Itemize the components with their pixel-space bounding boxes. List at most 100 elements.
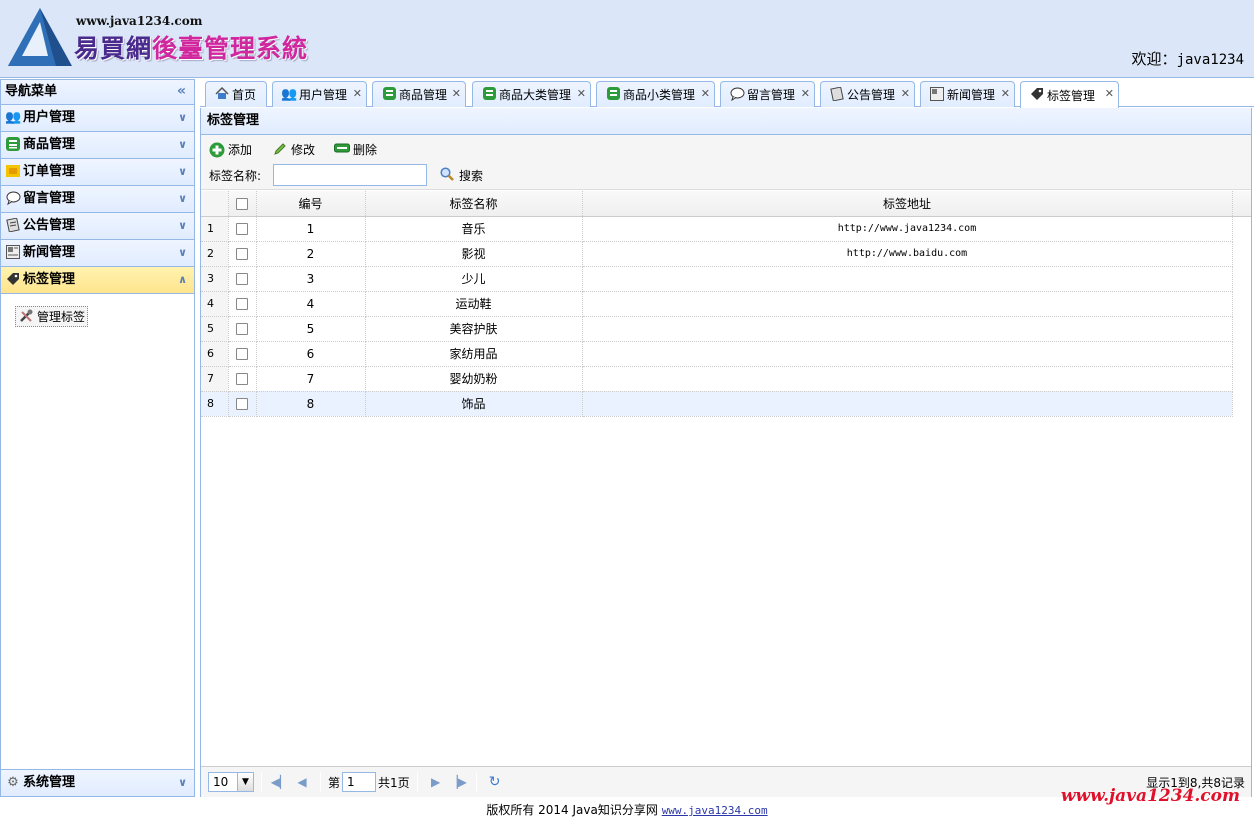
- close-icon[interactable]: ✕: [901, 87, 910, 100]
- close-icon[interactable]: ✕: [801, 87, 810, 100]
- sidebar-item-tags[interactable]: 标签管理 ∧: [1, 267, 194, 294]
- search-icon: [439, 167, 455, 183]
- row-checkbox[interactable]: [228, 291, 257, 317]
- select-all-checkbox[interactable]: [228, 191, 257, 217]
- row-number: 6: [201, 341, 229, 367]
- row-checkbox[interactable]: [228, 316, 257, 342]
- delete-button[interactable]: 删除: [334, 141, 377, 158]
- cell-id: 1: [256, 216, 366, 242]
- expand-icon[interactable]: ∨: [178, 105, 187, 131]
- tags-submenu: 管理标签: [1, 294, 194, 765]
- checkbox-icon: [236, 348, 248, 360]
- sidebar-item-orders[interactable]: 订单管理 ∨: [1, 159, 194, 186]
- close-icon[interactable]: ✕: [452, 87, 461, 100]
- add-button[interactable]: 添加: [209, 141, 252, 158]
- tag-name-input[interactable]: [273, 164, 428, 186]
- row-filler: [1232, 266, 1251, 291]
- footer-link[interactable]: www.java1234.com: [662, 804, 768, 817]
- toolbar: 添加 修改 删除 标签名称: 搜索: [201, 135, 1251, 190]
- home-icon: [214, 86, 230, 103]
- row-number: 7: [201, 366, 229, 392]
- tab-home[interactable]: 首页: [205, 81, 267, 107]
- row-checkbox[interactable]: [228, 366, 257, 392]
- tab-notices[interactable]: 公告管理 ✕: [820, 81, 915, 107]
- row-checkbox[interactable]: [228, 341, 257, 367]
- rownum-header: [201, 191, 229, 217]
- row-checkbox[interactable]: [228, 266, 257, 292]
- close-icon[interactable]: ✕: [1105, 87, 1114, 100]
- refresh-icon[interactable]: ↻: [484, 774, 506, 790]
- expand-icon[interactable]: ∨: [178, 240, 187, 266]
- expand-icon[interactable]: ∨: [178, 159, 187, 185]
- tab-news[interactable]: 新闻管理 ✕: [920, 81, 1015, 107]
- manage-tags-link[interactable]: 管理标签: [15, 306, 89, 327]
- checkbox-icon: [236, 398, 248, 410]
- collapse-icon[interactable]: «: [177, 80, 186, 103]
- sidebar-item-label: 标签管理: [23, 272, 76, 287]
- table-row[interactable]: 3 3 少儿: [201, 266, 1251, 292]
- pager-separator: [475, 772, 477, 792]
- pager-separator: [320, 772, 321, 792]
- app-header: www.java1234.com 易買網後臺管理系統 欢迎：java1234: [0, 0, 1254, 78]
- sidebar-item-notices[interactable]: 公告管理 ∨: [1, 213, 194, 240]
- table-row[interactable]: 5 5 美容护肤: [201, 316, 1251, 342]
- sidebar-item-users[interactable]: 👥 用户管理 ∨: [1, 105, 194, 132]
- tab-product-subcategories[interactable]: 商品小类管理 ✕: [596, 81, 715, 107]
- sidebar-item-products[interactable]: 商品管理 ∨: [1, 132, 194, 159]
- row-checkbox[interactable]: [228, 391, 257, 417]
- sidebar-item-label: 系统管理: [23, 775, 76, 790]
- sidebar-item-system[interactable]: ⚙ 系统管理 ∨: [1, 769, 194, 796]
- pager-separator: [261, 772, 262, 792]
- table-row[interactable]: 2 2 影视 http://www.baidu.com: [201, 241, 1251, 267]
- prev-page-icon[interactable]: ◀: [291, 775, 313, 789]
- row-filler: [1232, 341, 1251, 366]
- tab-product-categories[interactable]: 商品大类管理 ✕: [472, 81, 591, 107]
- list-icon: [5, 137, 21, 153]
- cell-name: 婴幼奶粉: [365, 366, 583, 392]
- tab-comments[interactable]: 留言管理 ✕: [720, 81, 815, 107]
- table-row[interactable]: 7 7 婴幼奶粉: [201, 366, 1251, 392]
- tab-products[interactable]: 商品管理 ✕: [372, 81, 466, 107]
- tag-grid: 编号 标签名称 标签地址 1 1 音乐 http://www.java1234.com…: [201, 191, 1253, 766]
- table-row[interactable]: 4 4 运动鞋: [201, 291, 1251, 317]
- search-button[interactable]: 搜索: [439, 167, 483, 184]
- next-page-icon[interactable]: ▶: [425, 775, 447, 789]
- edit-button[interactable]: 修改: [272, 141, 315, 158]
- close-icon[interactable]: ✕: [577, 87, 586, 100]
- cell-name: 影视: [365, 241, 583, 267]
- news-icon: [5, 245, 21, 261]
- chevron-down-icon: ▼: [237, 773, 253, 791]
- table-row[interactable]: 1 1 音乐 http://www.java1234.com: [201, 216, 1251, 242]
- tab-tags[interactable]: 标签管理 ✕: [1020, 81, 1119, 108]
- column-header-url[interactable]: 标签地址: [582, 191, 1233, 217]
- expand-icon[interactable]: ∨: [178, 770, 187, 796]
- page-number-input[interactable]: 1: [342, 772, 377, 792]
- list-icon: [381, 86, 397, 103]
- page-size-select[interactable]: 10 ▼: [208, 772, 254, 792]
- expand-icon[interactable]: ∨: [178, 132, 187, 158]
- close-icon[interactable]: ✕: [701, 87, 710, 100]
- sidebar-item-news[interactable]: 新闻管理 ∨: [1, 240, 194, 267]
- expand-icon[interactable]: ∨: [178, 213, 187, 239]
- sidebar-title-label: 导航菜单: [5, 84, 58, 99]
- manage-tags-label: 管理标签: [37, 310, 86, 324]
- expand-icon[interactable]: ∨: [178, 186, 187, 212]
- table-header: 编号 标签名称 标签地址: [201, 191, 1251, 217]
- table-row[interactable]: 6 6 家纺用品: [201, 341, 1251, 367]
- first-page-icon[interactable]: ◀▏: [269, 775, 291, 789]
- pager-separator: [416, 772, 418, 792]
- cell-url: http://www.java1234.com: [582, 216, 1233, 242]
- close-icon[interactable]: ✕: [1001, 87, 1010, 100]
- column-header-name[interactable]: 标签名称: [365, 191, 583, 217]
- column-header-id[interactable]: 编号: [256, 191, 366, 217]
- table-row[interactable]: 8 8 饰品: [201, 391, 1251, 417]
- cell-id: 6: [256, 341, 366, 367]
- row-filler: [1232, 241, 1251, 266]
- close-icon[interactable]: ✕: [353, 87, 362, 100]
- row-checkbox[interactable]: [228, 216, 257, 242]
- collapse-section-icon[interactable]: ∧: [178, 267, 187, 293]
- last-page-icon[interactable]: ▕▶: [447, 775, 469, 789]
- sidebar-item-comments[interactable]: 留言管理 ∨: [1, 186, 194, 213]
- row-checkbox[interactable]: [228, 241, 257, 267]
- tab-users[interactable]: 👥 用户管理 ✕: [272, 81, 367, 107]
